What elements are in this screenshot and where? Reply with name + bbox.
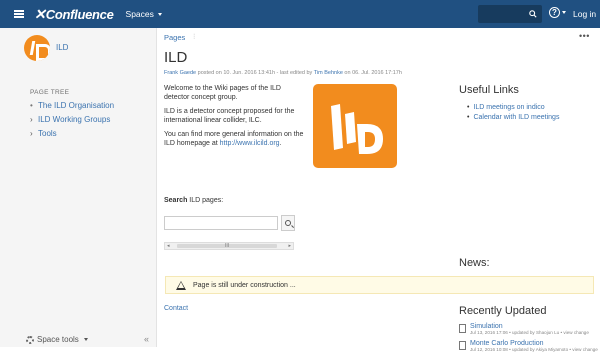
login-link[interactable]: Log in xyxy=(573,9,596,19)
recent-page-link[interactable]: Monte Carlo Production xyxy=(470,340,598,347)
page-tree-item-working-groups[interactable]: › ILD Working Groups xyxy=(30,112,114,126)
search-label-rest: ILD pages: xyxy=(187,197,224,204)
ild-pages-search-input[interactable] xyxy=(164,216,278,230)
warning-icon xyxy=(176,280,186,290)
page-icon xyxy=(459,324,466,333)
recently-updated-heading: Recently Updated xyxy=(459,305,547,317)
confluence-brand-text: Confluence xyxy=(45,6,114,22)
bullet-icon: • xyxy=(30,100,33,110)
main-content: Pages ⫶ ••• ILD Frank Gaede posted on 10… xyxy=(157,28,600,352)
warning-text: Page is still under construction ... xyxy=(193,281,296,289)
scroll-left-icon[interactable]: ◂ xyxy=(167,243,170,249)
search-button[interactable] xyxy=(281,215,295,231)
page-byline: Frank Gaede posted on 10. Jun. 2016 13:4… xyxy=(164,70,402,76)
homepage-end-text: . xyxy=(279,140,282,147)
horizontal-scrollbar[interactable]: ◂ III ▸ xyxy=(164,242,294,250)
indico-meetings-link[interactable]: ILD meetings on indico xyxy=(467,102,559,112)
contact-link[interactable]: Contact xyxy=(164,305,188,312)
page-tree-item-ild-organisation[interactable]: • The ILD Organisation xyxy=(30,98,114,112)
search-icon xyxy=(529,10,537,18)
help-icon: ? xyxy=(549,7,560,18)
homepage-paragraph: You can find more general information on… xyxy=(164,130,304,148)
recently-updated-list: Simulation Jul 13, 2016 17:06 • updated … xyxy=(459,323,599,357)
recent-page-meta: Jul 13, 2016 17:06 • updated by Shaojun … xyxy=(470,330,589,335)
space-tools-label: Space tools xyxy=(37,335,79,344)
byline-edited-text: on 06. Jul. 2016 17:17h xyxy=(342,70,402,76)
chevron-down-icon xyxy=(83,338,88,341)
page-body: Welcome to the Wiki pages of the ILD det… xyxy=(164,84,304,153)
page-tree-item-label: Tools xyxy=(38,128,57,138)
more-actions-button[interactable]: ••• xyxy=(579,31,590,41)
scrollbar-grip: III xyxy=(225,243,230,249)
spaces-label: Spaces xyxy=(125,9,154,19)
collapse-sidebar-button[interactable]: « xyxy=(144,334,149,344)
concept-paragraph: ILD is a detector concept proposed for t… xyxy=(164,108,295,124)
construction-warning-panel: Page is still under construction ... xyxy=(165,276,594,294)
news-heading: News: xyxy=(459,257,490,269)
space-tools-button[interactable]: Space tools xyxy=(26,335,88,344)
breadcrumb-pages-link[interactable]: Pages xyxy=(164,33,185,42)
ild-logo-icon xyxy=(331,104,383,154)
chevron-right-icon[interactable]: › xyxy=(30,115,38,124)
confluence-logo[interactable]: ✕ Confluence xyxy=(34,6,114,23)
page-tree-item-label: ILD Working Groups xyxy=(38,114,111,124)
menu-icon xyxy=(14,13,24,15)
useful-links-list: ILD meetings on indico Calendar with ILD… xyxy=(467,102,559,122)
useful-links-heading: Useful Links xyxy=(459,84,519,96)
app-switcher-button[interactable] xyxy=(8,0,30,28)
welcome-paragraph: Welcome to the Wiki pages of the ILD det… xyxy=(164,85,281,101)
help-menu[interactable]: ? xyxy=(549,7,566,18)
recent-page-link[interactable]: Simulation xyxy=(470,323,589,330)
ild-logo-image xyxy=(313,84,397,168)
page-tree-item-label: The ILD Organisation xyxy=(38,100,115,110)
space-sidebar: ILD PAGE TREE • The ILD Organisation › I… xyxy=(0,28,157,347)
editor-link[interactable]: Tim Behnke xyxy=(314,70,343,76)
chevron-right-icon[interactable]: › xyxy=(30,129,38,138)
page-icon xyxy=(459,341,466,350)
page-tree-heading: PAGE TREE xyxy=(30,89,70,96)
search-icon xyxy=(285,220,291,226)
spaces-menu[interactable]: Spaces xyxy=(126,9,162,19)
space-name-link[interactable]: ILD xyxy=(56,43,68,52)
chevron-down-icon xyxy=(562,11,566,14)
ild-homepage-link[interactable]: http://www.ilcild.org xyxy=(220,140,280,147)
confluence-logo-icon: ✕ xyxy=(34,5,46,22)
space-logo-icon[interactable] xyxy=(24,35,50,61)
byline-posted-text: posted on 10. Jun. 2016 13:41h - last ed… xyxy=(196,70,314,76)
top-navigation-bar: ✕ Confluence Spaces ? Log in xyxy=(0,0,600,28)
calendar-link[interactable]: Calendar with ILD meetings xyxy=(467,112,559,122)
global-search-input[interactable] xyxy=(478,5,542,23)
chevron-down-icon xyxy=(157,12,162,16)
author-link[interactable]: Frank Gaede xyxy=(164,70,196,76)
search-label: Search ILD pages: xyxy=(164,197,223,204)
breadcrumb: Pages ⫶ xyxy=(164,33,195,42)
recent-page-meta: Jul 12, 2016 10:08 • updated by Akiya Mi… xyxy=(470,347,598,352)
pin-icon[interactable]: ⫶ xyxy=(193,34,195,42)
list-item: Simulation Jul 13, 2016 17:06 • updated … xyxy=(459,323,599,336)
page-tree: • The ILD Organisation › ILD Working Gro… xyxy=(30,98,114,140)
search-label-bold: Search xyxy=(164,197,188,204)
page-tree-item-tools[interactable]: › Tools xyxy=(30,126,114,140)
scroll-right-icon[interactable]: ▸ xyxy=(288,243,291,249)
page-title: ILD xyxy=(164,49,188,66)
gear-icon xyxy=(26,335,34,344)
